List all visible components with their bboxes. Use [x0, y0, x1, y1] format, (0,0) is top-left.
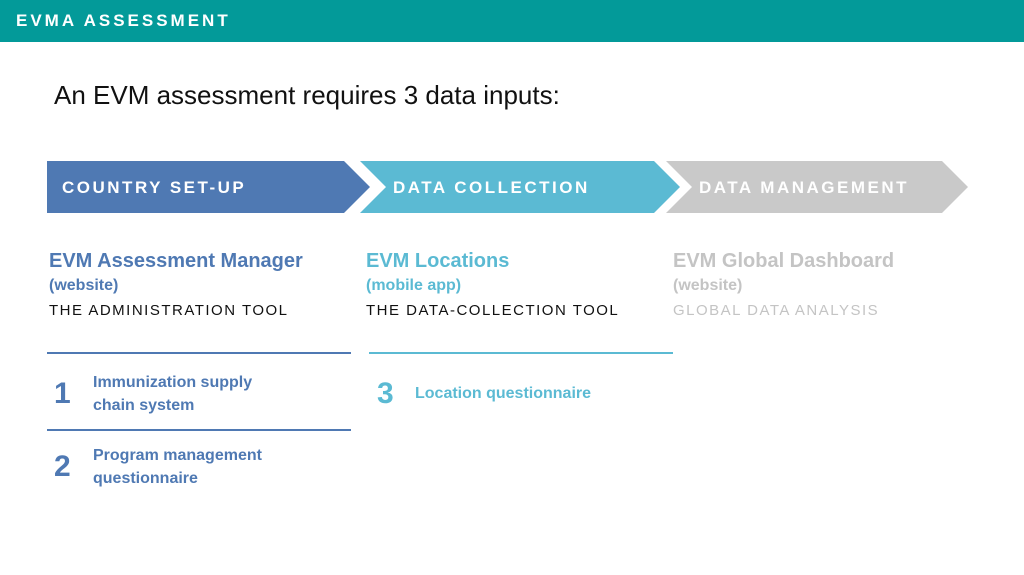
- divider-col2-top: [369, 352, 673, 354]
- tool-type-assessment-manager: (website): [49, 277, 119, 294]
- stage-label-data-collection: DATA COLLECTION: [393, 178, 590, 197]
- input-label-3: Location questionnaire: [415, 385, 592, 402]
- input-number-1: 1: [54, 377, 71, 410]
- tool-type-locations: (mobile app): [366, 277, 462, 294]
- input-label-2-line1: Program management: [93, 447, 262, 464]
- divider-col1-top: [47, 352, 351, 354]
- tool-type-global-dashboard: (website): [673, 277, 743, 294]
- tool-desc-locations: THE DATA-COLLECTION TOOL: [366, 302, 620, 319]
- stage-label-country-setup: COUNTRY SET-UP: [62, 178, 247, 197]
- stage-label-data-management: DATA MANAGEMENT: [699, 178, 909, 197]
- input-label-1: Immunization supply chain system: [93, 371, 252, 417]
- input-label-2-line2: questionnaire: [93, 470, 198, 487]
- divider-col1-middle: [47, 429, 351, 431]
- header-bar: EVMA ASSESSMENT: [0, 0, 1024, 42]
- tool-name-global-dashboard: EVM Global Dashboard: [673, 250, 895, 272]
- tool-name-locations: EVM Locations: [366, 250, 510, 272]
- page-headline: An EVM assessment requires 3 data inputs…: [54, 80, 560, 110]
- input-label-1-line1: Immunization supply: [93, 374, 253, 391]
- tool-desc-global-dashboard: GLOBAL DATA ANALYSIS: [673, 302, 880, 319]
- input-number-2: 2: [54, 450, 71, 483]
- input-number-3: 3: [377, 377, 394, 410]
- input-label-2: Program management questionnaire: [93, 444, 262, 490]
- tool-desc-assessment-manager: THE ADMINISTRATION TOOL: [49, 302, 289, 319]
- input-label-1-line2: chain system: [93, 397, 195, 414]
- header-title: EVMA ASSESSMENT: [16, 11, 231, 30]
- tool-name-assessment-manager: EVM Assessment Manager: [49, 250, 303, 272]
